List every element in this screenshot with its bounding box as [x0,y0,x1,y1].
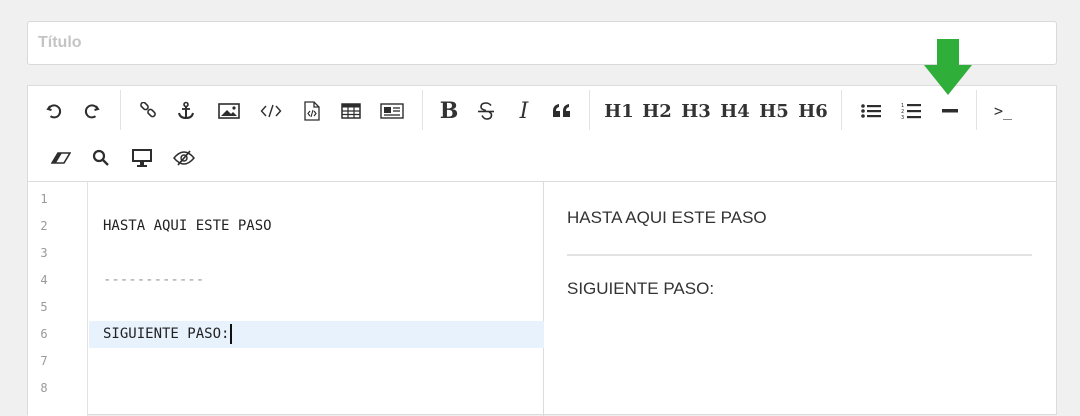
unordered-list-button[interactable] [858,96,884,126]
heading-6-button[interactable]: H6 [798,96,828,126]
preview-button[interactable] [128,143,156,173]
code-line[interactable] [89,240,544,267]
code-line[interactable] [89,375,544,402]
search-icon [92,149,109,166]
image-icon [218,103,240,119]
strikethrough-icon [478,102,494,120]
code-icon [260,104,282,118]
undo-button[interactable] [42,96,66,126]
unordered-list-icon [861,104,881,118]
markdown-editor: B I H1 H2 H3 H4 H5 H6 123 >_ 1 2 3 4 5 6… [27,85,1057,416]
table-icon [341,103,361,119]
code-line-text: SIGUIENTE PASO: [103,326,230,342]
eraser-icon [51,152,71,164]
anchor-icon [178,101,194,120]
heading-4-button[interactable]: H4 [720,96,750,126]
markdown-source-pane[interactable]: 1 2 3 4 5 6 7 8 HASTA AQUI ESTE PASO ---… [28,182,544,416]
preview-horizontal-rule [567,254,1032,256]
line-number: 6 [40,327,48,341]
horizontal-rule-icon [942,109,958,113]
table-button[interactable] [338,96,364,126]
code-file-icon [304,101,320,121]
image-button[interactable] [216,96,242,126]
code-line[interactable] [89,294,544,321]
code-line[interactable] [89,348,544,375]
heading-1-button[interactable]: H1 [604,96,634,126]
line-number: 5 [40,300,48,314]
preview-pane: HASTA AQUI ESTE PASO SIGUIENTE PASO: [545,182,1056,416]
redo-button[interactable] [80,96,104,126]
toolbar-separator [422,90,423,130]
newspaper-icon [380,103,404,119]
ordered-list-icon: 123 [901,103,921,120]
toolbar-separator [976,90,977,130]
undo-icon [46,104,62,119]
link-icon [140,102,156,118]
toolbar-separator [589,90,590,130]
heading-2-button[interactable]: H2 [642,96,672,126]
title-input[interactable] [27,21,1057,65]
quote-button[interactable] [550,96,574,126]
line-number: 2 [40,219,48,233]
green-arrow-down-icon [924,39,972,95]
line-number: 8 [40,381,48,395]
eye-slash-icon [173,150,195,166]
code-line[interactable] [89,186,544,213]
hide-preview-button[interactable] [170,143,198,173]
toolbar-separator [120,90,121,130]
link-button[interactable] [136,96,160,126]
heading-5-button[interactable]: H5 [759,96,789,126]
toolbar-separator [841,90,842,130]
search-button[interactable] [88,143,114,173]
monitor-icon [132,149,152,167]
code-line[interactable]: HASTA AQUI ESTE PASO [89,213,544,240]
line-number: 1 [40,192,48,206]
text-cursor [230,324,233,344]
horizontal-rule-button[interactable] [937,96,963,126]
page-break-button[interactable] [378,96,406,126]
svg-text:3: 3 [901,115,904,120]
italic-button[interactable]: I [512,96,536,126]
preview-paragraph: HASTA AQUI ESTE PASO [567,208,767,227]
active-code-line[interactable]: SIGUIENTE PASO: [89,321,544,348]
line-number: 4 [40,273,48,287]
line-number: 7 [40,354,48,368]
code-block-button[interactable] [300,96,324,126]
preview-paragraph: SIGUIENTE PASO: [567,279,715,298]
ordered-list-button[interactable]: 123 [898,96,924,126]
terminal-button[interactable]: >_ [990,96,1016,126]
bold-button[interactable]: B [436,96,462,126]
quote-icon [553,104,570,117]
strikethrough-button[interactable] [474,96,498,126]
line-number: 3 [40,246,48,260]
line-number-gutter: 1 2 3 4 5 6 7 8 [28,182,88,416]
anchor-button[interactable] [174,96,198,126]
editor-toolbar: B I H1 H2 H3 H4 H5 H6 123 >_ [28,86,1056,182]
code-button[interactable] [258,96,284,126]
heading-3-button[interactable]: H3 [681,96,711,126]
eraser-button[interactable] [48,143,74,173]
redo-icon [84,104,100,119]
code-line[interactable]: ------------ [89,267,544,294]
